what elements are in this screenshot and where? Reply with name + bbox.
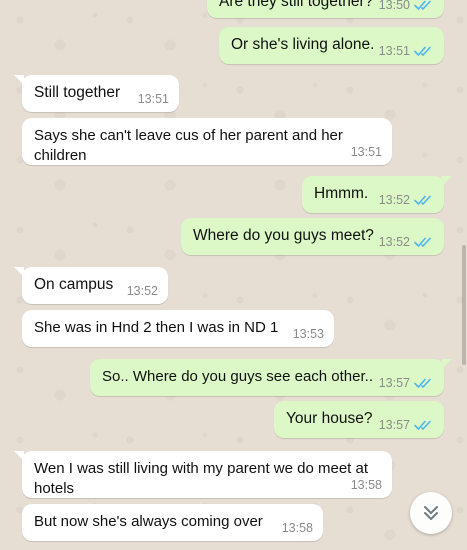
double-check-icon [414, 46, 431, 56]
message-time: 13:51 [378, 44, 410, 58]
message-outgoing[interactable]: Hmmm. 13:52 [302, 176, 452, 213]
message-text: Or she's living alone. [231, 36, 375, 53]
double-check-icon [414, 378, 431, 388]
message-outgoing[interactable]: Where do you guys meet? 13:52 [181, 218, 444, 255]
message-time: 13:57 [378, 418, 410, 432]
message-time: 13:51 [350, 145, 382, 159]
message-incoming[interactable]: She was in Hnd 2 then I was in ND 1 13:5… [22, 310, 334, 347]
message-outgoing[interactable]: Or she's living alone. 13:51 [219, 27, 444, 64]
message-text: Says she can't leave cus of her parent a… [34, 127, 348, 164]
message-time: 13:52 [126, 284, 158, 298]
message-incoming[interactable]: Still together 13:51 [14, 75, 179, 112]
message-outgoing[interactable]: Your house? 13:57 [274, 401, 444, 438]
message-text: Still together [34, 84, 121, 101]
chat-message-area[interactable]: Are they still together? 13:50 Or she's … [0, 0, 467, 550]
message-time: 13:50 [378, 0, 410, 12]
message-incoming[interactable]: But now she's always coming over 13:58 [22, 504, 323, 541]
message-text: Wen I was still living with my parent we… [34, 460, 373, 497]
message-text: But now she's always coming over [34, 513, 263, 530]
double-check-icon [414, 0, 431, 10]
message-text: Hmmm. [314, 185, 369, 202]
message-text: She was in Hnd 2 then I was in ND 1 [34, 319, 279, 336]
message-text: Are they still together? [219, 0, 374, 10]
message-outgoing[interactable]: So.. Where do you guys see each other.. … [90, 359, 452, 396]
message-incoming[interactable]: Says she can't leave cus of her parent a… [22, 118, 392, 165]
scroll-to-bottom-button[interactable] [410, 492, 452, 534]
message-text: So.. Where do you guys see each other.. [102, 368, 373, 385]
message-time: 13:57 [378, 376, 410, 390]
double-check-icon [414, 195, 431, 205]
message-text: Where do you guys meet? [193, 227, 374, 244]
message-incoming[interactable]: Wen I was still living with my parent we… [14, 451, 392, 498]
message-time: 13:52 [378, 193, 410, 207]
message-time: 13:58 [281, 521, 313, 535]
double-check-icon [414, 237, 431, 247]
double-chevron-down-icon [424, 506, 438, 520]
message-time: 13:51 [137, 92, 169, 106]
message-incoming[interactable]: On campus 13:52 [14, 267, 168, 304]
message-time: 13:58 [350, 478, 382, 492]
double-check-icon [414, 420, 431, 430]
message-text: On campus [34, 276, 114, 293]
message-time: 13:53 [292, 327, 324, 341]
message-text: Your house? [286, 410, 373, 427]
message-outgoing[interactable]: Are they still together? 13:50 [207, 0, 444, 18]
message-time: 13:52 [378, 235, 410, 249]
scrollbar[interactable] [462, 245, 466, 365]
